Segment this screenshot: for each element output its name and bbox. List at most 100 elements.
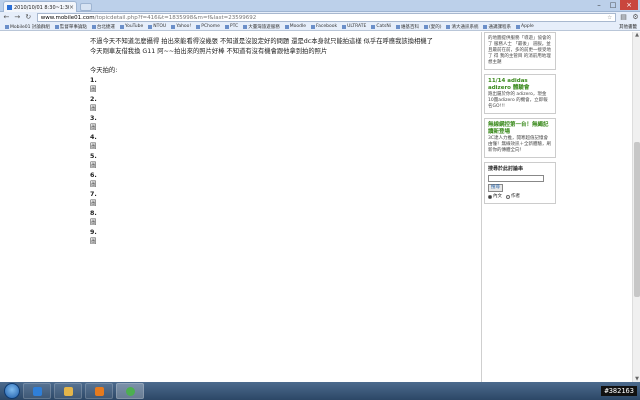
item-image-placeholder[interactable]: 圖 [90,85,480,95]
bookmark-item[interactable]: YouTube [119,24,144,29]
thread-search-input[interactable] [488,175,544,182]
item-number: 9. [90,228,97,236]
bookmark-item[interactable]: NTOU [148,24,166,29]
item-image-placeholder[interactable]: 圖 [90,237,480,247]
watermark-id: #382163 [601,386,637,396]
url-host: www.mobile01.com [40,14,95,21]
ad1-text: 的地圖提供服務「導遊」協會的了 服務人士 「最後」 道服。並且最前在前，多的前更… [488,36,551,65]
bookmark-item[interactable]: 維基百科 [395,24,419,30]
bookmark-item[interactable]: Moodle [284,24,306,29]
bookmark-label: 台北捷運 [96,24,115,30]
bookmark-item[interactable]: Facebook [310,24,338,29]
item-image-placeholder[interactable]: 圖 [90,199,480,209]
sidebar: 的地圖提供服務「導遊」協會的了 服務人士 「最後」 道服。並且最前在前，多的前更… [484,32,556,382]
radio-content[interactable] [488,195,492,199]
thread-search-button[interactable]: 搜尋 [488,184,503,192]
ad2-text: 跑出屬於你的 adizero，現金10團adizero 的機會，立即報名GO!!… [488,92,548,109]
ad2-title[interactable]: 11/14 adidas adizero 體驗會 [488,78,552,92]
taskbar: #382163 [0,382,640,400]
bookmark-item[interactable]: ULTRATE [342,24,366,29]
scrollbar-thumb[interactable] [634,142,640,297]
item-image-placeholder[interactable]: 圖 [90,104,480,114]
bookmark-item[interactable]: 台北捷運 [91,24,115,30]
bookmark-label: 清大通訊系統 [451,24,479,30]
bookmark-item[interactable]: Mobile01 討論群組 [5,24,50,30]
bookmark-icon [243,24,248,29]
window-controls: – □ × [592,0,638,10]
bookmarks-bar: Mobile01 討論群組 監督單事論點 台北捷運 YouTube NTOU Yahoo!… [0,23,640,31]
item-number: 8. [90,209,97,217]
other-bookmarks[interactable]: 其他書籤 [619,24,637,30]
thread-search-title: 搜尋於此討論串 [488,166,524,172]
ad3-text: 3C達人力推，開寒超值記憶會由懂！無線效訊＋全新體驗，刷新你的傳體全向！ [488,136,551,153]
bookmark-item[interactable]: CatsNi [371,24,391,29]
bookmark-item[interactable]: PChome [196,24,220,29]
favicon-icon [7,4,12,10]
bookmark-label: YouTube [124,24,144,29]
tab-title: 2010/10/01 8:30~1:30 平... [14,4,69,11]
bookmark-icon [119,24,124,29]
bookmark-icon [91,24,96,29]
bookmark-icon [446,24,451,29]
forward-icon[interactable]: → [13,13,22,22]
bookmark-icon [224,24,229,29]
bookmark-icon [395,24,400,29]
bookmark-item[interactable]: 大臺灣旅遊服務 [243,24,280,30]
taskbar-media[interactable] [85,383,113,399]
radio-author[interactable] [506,195,510,199]
bookmark-item[interactable]: Apple [515,24,534,29]
bookmark-item[interactable]: 清大通訊系統 [446,24,478,30]
new-tab-button[interactable] [80,3,92,11]
address-bar[interactable]: www.mobile01.com/topicdetail.php?f=416&t… [36,13,617,22]
post-line-1: 不過今天不知道怎麼攝得 拍出來能看得沒幾張 不知道是沒設定好的問題 還是dc本身… [90,38,433,45]
close-tab-icon[interactable]: × [69,4,74,11]
taskbar-chrome[interactable] [116,383,144,399]
bookmark-item[interactable]: (愛的) [423,24,442,30]
bookmark-label: (愛的) [428,24,442,30]
ad3-title[interactable]: 無線網控第一台！無繩記讀新登場 [488,122,552,136]
maximize-button[interactable]: □ [606,0,620,10]
item-number: 2. [90,95,97,103]
minimize-button[interactable]: – [592,0,606,10]
scroll-up-icon[interactable]: ▲ [633,32,640,38]
browser-toolbar: ← → ↻ www.mobile01.com/topicdetail.php?f… [0,12,640,23]
close-window-button[interactable]: × [620,0,638,10]
bookmark-label: ULTRATE [347,24,367,29]
bookmark-item[interactable]: 監督單事論點 [54,24,87,30]
bookmark-label: Moodle [289,24,306,29]
bookmark-item[interactable]: Yahoo! [171,24,191,29]
taskbar-explorer[interactable] [54,383,82,399]
bookmark-label: Facebook [315,24,338,29]
ad-box-1[interactable]: 的地圖提供服務「導遊」協會的了 服務人士 「最後」 道服。並且最前在前，多的前更… [484,32,556,70]
bookmark-icon [371,24,376,29]
ad-box-3[interactable]: 無線網控第一台！無繩記讀新登場 3C達人力推，開寒超值記憶會由懂！無線效訊＋全新… [484,118,556,158]
wrench-icon[interactable]: ⚙ [631,13,640,22]
reload-icon[interactable]: ↻ [24,13,33,22]
bookmark-label: 維基百科 [400,24,419,30]
taskbar-ie[interactable] [23,383,51,399]
bookmark-icon [342,24,347,29]
bookmark-item[interactable]: 通識課程系 [483,24,511,30]
thread-search-box: 搜尋於此討論串 搜尋 內文 作者 [484,162,556,204]
item-image-placeholder[interactable]: 圖 [90,123,480,133]
item-image-placeholder[interactable]: 圖 [90,161,480,171]
item-image-placeholder[interactable]: 圖 [90,218,480,228]
radio-author-label: 作者 [511,194,520,199]
item-number: 7. [90,190,97,198]
item-image-placeholder[interactable]: 圖 [90,142,480,152]
bookmark-icon [515,24,520,29]
bookmark-icon [148,24,153,29]
item-image-placeholder[interactable]: 圖 [90,180,480,190]
back-icon[interactable]: ← [2,13,11,22]
bookmark-star-icon[interactable]: ☆ [607,15,612,21]
bookmark-item[interactable]: PTC [224,24,238,29]
url-path: /topicdetail.php?f=416&t=1835998&m=f&las… [94,14,257,21]
bookmark-label: Apple [520,24,534,29]
browser-tab[interactable]: 2010/10/01 8:30~1:30 平... × [3,1,77,12]
page-scrollbar[interactable]: ▲ ▼ [632,32,640,382]
radio-content-label: 內文 [493,194,502,199]
ad-box-2[interactable]: 11/14 adidas adizero 體驗會 跑出屬於你的 adizero，… [484,74,556,114]
page-menu-icon[interactable]: ▤ [619,13,628,22]
bookmark-icon [483,24,488,29]
start-button[interactable] [4,383,20,399]
